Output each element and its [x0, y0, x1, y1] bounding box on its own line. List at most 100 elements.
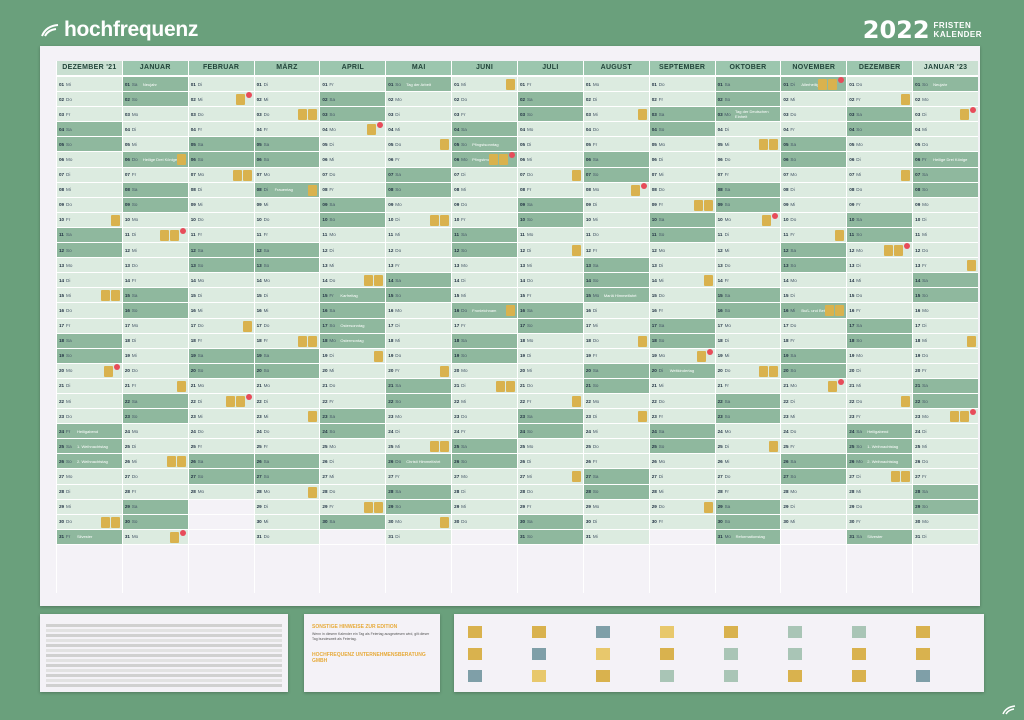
deadline-markers — [637, 411, 647, 423]
day-number: 07 — [190, 172, 196, 178]
day-number: 01 — [651, 81, 657, 87]
day-cell: 26 So — [452, 454, 517, 470]
deadline-badge — [430, 214, 440, 226]
deadline-badge — [505, 305, 515, 317]
day-number: 18 — [585, 338, 591, 344]
day-cell: 21 Fr — [715, 378, 781, 394]
day-cell: 02 Mi — [188, 92, 254, 108]
day-cell: 23 Mo — [913, 409, 978, 425]
day-number: 14 — [59, 277, 65, 283]
day-weekday: Mi — [724, 247, 730, 253]
day-cell: 04 Mi — [386, 122, 452, 138]
day-cell: 23 Do — [57, 409, 122, 425]
day-number: 12 — [849, 247, 855, 253]
day-cell: 15 Di — [188, 288, 254, 304]
day-weekday: Mo — [395, 307, 402, 313]
day-number: 05 — [717, 141, 723, 147]
day-weekday: Mo — [66, 157, 73, 163]
legend-swatch — [596, 670, 610, 682]
day-cell: 15 Fr — [517, 288, 583, 304]
day-weekday: Mi — [461, 292, 466, 298]
day-weekday: Sa — [197, 247, 204, 253]
deadline-badge — [901, 471, 911, 483]
day-cell: 25 Fr — [781, 439, 847, 455]
day-cell: 13 Do — [122, 258, 188, 274]
deadline-badge — [235, 94, 245, 106]
day-weekday: Do — [922, 458, 929, 464]
day-number: 27 — [585, 473, 591, 479]
day-number: 10 — [388, 217, 394, 223]
day-cell: 26 So 2. Weihnachtstag — [57, 454, 122, 470]
day-number: 22 — [915, 398, 921, 404]
day-number: 06 — [124, 157, 130, 163]
day-cell: 24 So — [320, 424, 386, 440]
day-weekday: Di — [263, 292, 268, 298]
day-cell: 10 Do — [188, 212, 254, 228]
day-cell: 21 Mo — [254, 378, 320, 394]
day-number: 25 — [717, 443, 723, 449]
day-weekday: So — [856, 338, 862, 344]
day-number: 19 — [849, 353, 855, 359]
day-number: 25 — [256, 443, 262, 449]
deadline-badge — [828, 380, 838, 392]
legend-item — [788, 626, 802, 638]
day-cell: 06 Mi — [320, 152, 386, 168]
day-weekday: Di — [856, 368, 861, 374]
day-cell: 30 Do — [57, 514, 122, 530]
day-weekday: Sa — [658, 323, 665, 329]
day-number: 09 — [651, 202, 657, 208]
day-weekday: Do — [395, 458, 402, 464]
day-cell: 11 Mo — [320, 227, 386, 244]
day-number: 19 — [190, 353, 196, 359]
day-weekday: Mo — [526, 338, 534, 344]
day-cell: 05 Mo — [847, 137, 913, 153]
day-cell: 13 Di — [847, 258, 913, 274]
day-number: 13 — [519, 262, 526, 268]
day-cell: 06 So — [781, 152, 847, 168]
deadline-badge — [835, 229, 845, 241]
day-weekday: Fr — [461, 111, 466, 117]
day-number: 12 — [585, 247, 591, 253]
day-weekday: Sa — [461, 338, 467, 344]
day-cell: 28 Di — [57, 484, 122, 500]
month-column: JANUAR '23 01 So Neujahr 02 Mo 03 Di 04 Mi 05 Do 06 F… — [912, 61, 978, 593]
day-weekday: Mi — [329, 368, 335, 374]
day-weekday: Di — [329, 458, 334, 464]
day-number: 03 — [59, 111, 65, 117]
day-number: 03 — [256, 111, 262, 117]
day-number: 23 — [783, 413, 789, 419]
deadline-markers — [242, 320, 252, 332]
day-number: 12 — [519, 247, 526, 253]
deadline-badge — [966, 335, 976, 347]
day-weekday: Do — [395, 353, 402, 359]
day-weekday: Do — [658, 81, 665, 87]
day-number: 18 — [454, 338, 460, 344]
deadline-badge — [225, 395, 235, 407]
day-number: 24 — [454, 428, 460, 434]
day-weekday: Do — [329, 277, 336, 283]
day-number: 08 — [388, 187, 394, 193]
day-weekday: Mi — [790, 413, 796, 419]
day-cell: 12 Sa — [188, 243, 254, 259]
day-weekday: Do — [790, 323, 797, 329]
day-number: 31 — [519, 534, 526, 540]
day-cell: 09 Fr — [847, 197, 913, 213]
day-number: 19 — [783, 353, 789, 359]
day-cell: 09 Sa — [517, 197, 583, 213]
day-number: 02 — [585, 96, 591, 102]
day-weekday: Mi — [395, 338, 401, 344]
day-cell: 16 Do Fronleichnam — [452, 303, 517, 319]
day-number: 05 — [849, 141, 855, 147]
deadline-badge — [637, 109, 647, 121]
day-cell: 17 Fr — [452, 318, 517, 334]
day-cell: 24 Do — [781, 424, 847, 440]
day-weekday: Mo — [658, 458, 666, 464]
day-number: 11 — [849, 232, 855, 238]
day-number: 20 — [783, 368, 789, 374]
deadline-badge — [440, 214, 450, 226]
holiday-label: Silvester — [867, 534, 883, 540]
day-number: 21 — [454, 383, 460, 389]
day-cell: 14 Mi — [847, 273, 913, 289]
day-number: 24 — [783, 428, 789, 434]
day-number: 17 — [783, 323, 789, 329]
